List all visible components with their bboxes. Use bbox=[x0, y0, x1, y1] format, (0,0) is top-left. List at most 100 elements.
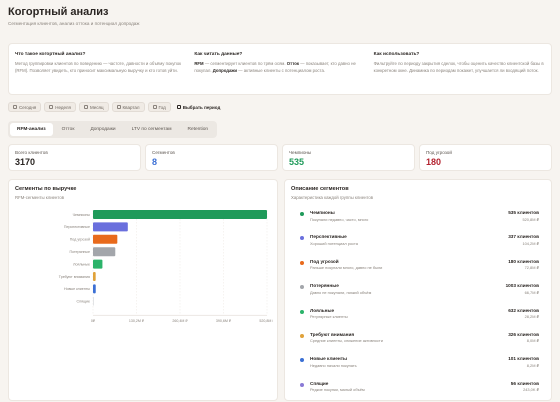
revenue-bar-chart: 0₽ 130,2M ₽ 260,4M ₽ 390,6M ₽ 520,8M ₽ Чемпио… bbox=[59, 210, 273, 323]
stat-value: 180 bbox=[426, 157, 442, 167]
segment-desc: Раньше покупали много, давно не были bbox=[310, 265, 383, 271]
stat-at-risk: Под угрозой 180 bbox=[419, 144, 552, 171]
stat-label: Чемпионы bbox=[289, 150, 312, 155]
stat-champions: Чемпионы 535 bbox=[282, 144, 415, 171]
calendar-icon bbox=[49, 105, 54, 109]
segment-color-dot bbox=[300, 260, 304, 265]
info-heading: Как читать данные? bbox=[194, 52, 243, 57]
period-chip-year[interactable]: Год bbox=[147, 102, 171, 112]
segment-name: Новые клиенты bbox=[310, 356, 348, 362]
segment-item: Потерянные Давно не покупали, низкий объё… bbox=[291, 283, 545, 307]
segment-color-dot bbox=[300, 212, 304, 216]
segment-item: Новые клиенты Недавно начали покупать 101 … bbox=[291, 356, 545, 380]
tab-churn[interactable]: Отток bbox=[55, 123, 82, 136]
segment-name: Под угрозой bbox=[310, 258, 339, 264]
segment-desc: Регулярные клиенты bbox=[310, 314, 348, 320]
segment-count: 535 клиентов bbox=[508, 210, 539, 215]
x-tick-label: 130,2M ₽ bbox=[129, 319, 145, 323]
segment-count: 1003 клиентов bbox=[505, 283, 539, 289]
tab-ltv[interactable]: LTV по сегментам bbox=[125, 123, 179, 136]
desc-title: Описание сегментов bbox=[291, 186, 349, 192]
segment-count: 632 клиентов bbox=[508, 307, 539, 313]
stat-segments: Сегментов 8 bbox=[145, 144, 278, 171]
chart-title: Сегменты по выручке bbox=[15, 186, 77, 192]
segment-color-dot bbox=[300, 309, 304, 314]
calendar-icon bbox=[152, 105, 157, 109]
segment-color-dot bbox=[300, 358, 304, 363]
segment-name: Потерянные bbox=[310, 283, 339, 289]
segment-revenue: 243,0K ₽ bbox=[523, 387, 539, 393]
stat-value: 8 bbox=[152, 157, 158, 167]
info-col-how-use: Как использовать? Фильтруйте по периоду … bbox=[374, 52, 545, 86]
segment-desc: Хороший потенциал роста bbox=[310, 240, 358, 246]
segment-count: 101 клиентов bbox=[508, 356, 539, 362]
segment-desc: Покупали недавно, часто, много bbox=[310, 216, 369, 222]
bar-4[interactable] bbox=[93, 259, 103, 269]
info-heading: Что такое когортный анализ? bbox=[15, 52, 86, 57]
info-text: Метод группировки клиентов по поведению … bbox=[15, 61, 182, 73]
stat-label: Всего клиентов bbox=[15, 150, 48, 155]
x-tick-label: 390,6M ₽ bbox=[216, 319, 232, 323]
y-tick-label: Спящие bbox=[77, 300, 90, 304]
stat-label: Под угрозой bbox=[426, 150, 452, 155]
bar-5[interactable] bbox=[93, 272, 96, 281]
segment-item: Чемпионы Покупали недавно, часто, много 53… bbox=[291, 210, 545, 234]
x-tick-label: 520,8M ₽ bbox=[259, 319, 273, 323]
revenue-chart-card: Сегменты по выручке RFM-сегменты клиенто… bbox=[8, 179, 278, 401]
segment-name: Перспективные bbox=[310, 234, 347, 240]
segment-revenue: 28,2M ₽ bbox=[524, 314, 539, 320]
segment-revenue: 66,7M ₽ bbox=[524, 289, 539, 295]
tab-bar: RFM-анализ Отток Допродажи LTV по сегмен… bbox=[8, 121, 218, 138]
calendar-icon bbox=[176, 105, 181, 109]
y-tick-label: Лояльные bbox=[73, 262, 90, 266]
info-heading: Как использовать? bbox=[373, 52, 420, 57]
period-chip-week[interactable]: Неделя bbox=[44, 102, 76, 112]
segment-revenue: 104,2M ₽ bbox=[522, 240, 539, 246]
segment-desc: Редкие покупки, малый объём bbox=[310, 387, 365, 393]
chart-subtitle: RFM-сегменты клиентов bbox=[15, 195, 65, 200]
segment-name: Лояльные bbox=[310, 307, 335, 313]
info-card: Что такое когортный анализ? Метод группи… bbox=[8, 43, 552, 95]
y-tick-label: Требуют внимания bbox=[59, 275, 90, 279]
segment-count: 56 клиентов bbox=[510, 380, 539, 386]
y-tick-label: Новые клиенты bbox=[64, 287, 90, 291]
segment-count: 180 клиентов bbox=[508, 258, 539, 264]
stats-row: Всего клиентов 3170 Сегментов 8 Чемпионы… bbox=[8, 144, 552, 171]
period-chip-quarter[interactable]: Квартал bbox=[111, 102, 145, 112]
segments-description-card: Описание сегментов Характеристика каждой… bbox=[284, 179, 552, 401]
segment-revenue: 520,8M ₽ bbox=[522, 216, 539, 222]
y-tick-label: Перспективные bbox=[64, 225, 90, 229]
segment-count: 337 клиентов bbox=[508, 234, 539, 240]
bar-6[interactable] bbox=[93, 284, 96, 294]
desc-subtitle: Характеристика каждой группы клиентов bbox=[291, 195, 374, 200]
stat-value: 535 bbox=[289, 157, 305, 167]
info-text: Фильтруйте по периоду закрытия сделок, ч… bbox=[373, 61, 544, 73]
segment-item: Перспективные Хороший потенциал роста 337 … bbox=[291, 234, 545, 258]
calendar-icon bbox=[116, 105, 121, 109]
segment-revenue: 8,2M ₽ bbox=[526, 362, 539, 368]
stat-value: 3170 bbox=[15, 157, 36, 167]
info-text: RFM — сегментирует клиентов по трём осям… bbox=[194, 61, 356, 73]
bar-2[interactable] bbox=[93, 234, 118, 244]
y-tick-label: Чемпионы bbox=[73, 213, 91, 217]
period-chip-month[interactable]: Месяц bbox=[78, 102, 109, 112]
bar-1[interactable] bbox=[93, 222, 128, 232]
bar-0[interactable] bbox=[93, 210, 267, 219]
segment-item: Спящие Редкие покупки, малый объём 56 клие… bbox=[291, 381, 545, 402]
segment-revenue: 8,0M ₽ bbox=[526, 338, 539, 344]
bar-3[interactable] bbox=[93, 247, 116, 257]
tab-rfm[interactable]: RFM-анализ bbox=[10, 123, 53, 136]
segment-name: Требуют внимания bbox=[310, 331, 355, 337]
segment-desc: Недавно начали покупать bbox=[310, 362, 357, 368]
tab-upsell[interactable]: Допродажи bbox=[83, 123, 122, 136]
pick-period-button[interactable]: Выбрать период bbox=[176, 105, 220, 110]
calendar-icon bbox=[13, 105, 17, 109]
period-chip-today[interactable]: Сегодня bbox=[8, 102, 42, 112]
tab-retention[interactable]: Retention bbox=[181, 123, 216, 136]
segment-desc: Давно не покупали, низкий объём bbox=[310, 289, 372, 295]
segment-list: Чемпионы Покупали недавно, часто, много 53… bbox=[291, 210, 545, 402]
segment-desc: Средние клиенты, снижение активности bbox=[310, 338, 383, 344]
page-title: Когортный анализ bbox=[8, 6, 109, 18]
segment-count: 326 клиентов bbox=[508, 331, 539, 337]
page: Когортный анализ Сегментация клиентов, а… bbox=[8, 6, 552, 401]
